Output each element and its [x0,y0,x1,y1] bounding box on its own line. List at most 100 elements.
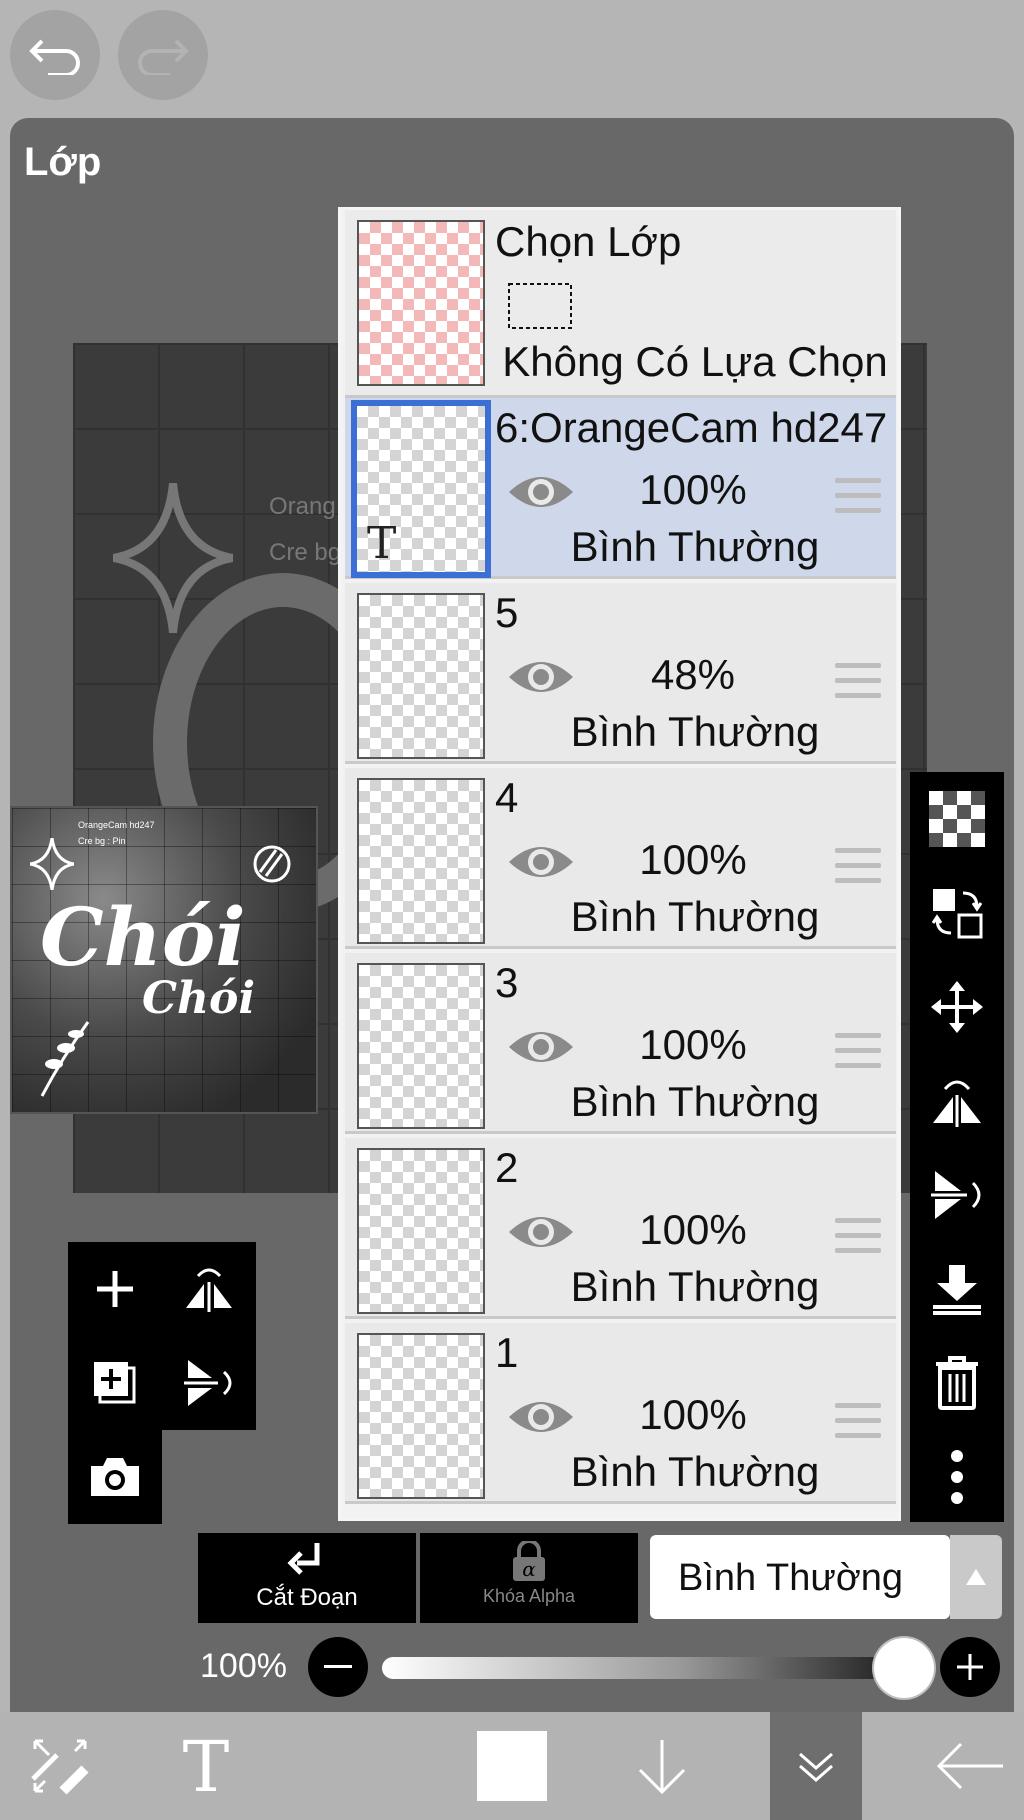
selection-layer-row[interactable]: Chọn Lớp Không Có Lựa Chọn [345,210,896,398]
text-layer-icon: T [367,518,397,569]
layer-thumbnail [357,963,485,1129]
more-options-button[interactable] [910,1430,1004,1524]
more-vertical-icon [951,1450,963,1504]
drag-handle-icon[interactable] [835,478,881,523]
delete-layer-button[interactable] [910,1336,1004,1430]
layer-opacity: 100% [639,1206,747,1253]
layer-down-button[interactable] [616,1712,708,1820]
undo-icon [29,39,80,75]
blend-mode-select[interactable]: Bình Thường [650,1535,950,1619]
bottom-toolbar: T [0,1712,1024,1820]
canvas-text-1: Orang [269,493,336,520]
thumb-credit-2: Cre bg : Pin [78,836,126,846]
layer-list[interactable]: Chọn Lớp Không Có Lựa Chọn 6:OrangeCam h… [338,207,901,1521]
visibility-eye-icon[interactable] [507,1023,575,1071]
visibility-eye-icon[interactable] [507,1208,575,1256]
back-button[interactable] [920,1712,1020,1820]
layer-row[interactable]: 6:OrangeCam hd247 100% Bình Thường T [345,398,896,579]
alpha-lock-label: Khóa Alpha [482,1586,576,1606]
clipping-label: Cắt Đoạn [256,1584,358,1611]
opacity-slider[interactable] [382,1657,922,1679]
redo-icon [138,39,189,75]
drag-handle-icon[interactable] [835,848,881,893]
panel-title: Lớp [24,140,102,184]
duplicate-layer-button[interactable] [68,1336,162,1430]
minus-icon [324,1665,352,1668]
opacity-decrease-button[interactable] [308,1637,368,1697]
visibility-eye-icon[interactable] [507,653,575,701]
flip-v-button[interactable] [910,1148,1004,1242]
flip-horizontal-icon [933,1080,981,1127]
checker-icon [929,791,985,847]
duplicate-icon [94,1362,136,1404]
flip-h-button[interactable] [910,1054,1004,1148]
move-icon [931,981,983,1033]
layer-opacity: 100% [639,836,747,883]
double-chevron-down-icon [799,1752,833,1782]
drag-handle-icon[interactable] [835,1218,881,1263]
transform-tool-button[interactable] [14,1712,106,1820]
layer-thumbnail [357,778,485,944]
swap-layer-button[interactable] [910,866,1004,960]
layer-name: 2 [495,1144,519,1191]
layer-row[interactable]: 4 100% Bình Thường [345,768,896,949]
layer-row[interactable]: 3 100% Bình Thường [345,953,896,1134]
flip-vertical-icon [184,1360,232,1406]
layer-blend-mode: Bình Thường [570,708,820,755]
layer-blend-mode: Bình Thường [570,1448,820,1495]
flip-vertical-button[interactable] [162,1336,256,1430]
selection-title: Chọn Lớp [495,218,682,265]
opacity-increase-button[interactable] [940,1637,1000,1697]
layer-thumbnail [357,1333,485,1499]
marquee-icon [508,283,572,329]
undo-button[interactable] [10,10,100,100]
selection-thumbnail [357,220,485,386]
redo-button[interactable] [118,10,208,100]
clipping-button[interactable]: Cắt Đoạn [198,1533,416,1623]
layers-button[interactable] [770,1712,862,1820]
transform-icon [31,1739,89,1795]
move-button[interactable] [910,960,1004,1054]
canvas-thumbnail[interactable]: OrangeCam hd247 Cre bg : Pin Chói Chói [10,806,318,1114]
opacity-slider-knob[interactable] [874,1638,934,1698]
blend-mode-dropdown-button[interactable] [950,1535,1002,1619]
drag-handle-icon[interactable] [835,1033,881,1078]
thumb-circle-icon [253,845,291,883]
layer-row[interactable]: 2 100% Bình Thường [345,1138,896,1319]
drag-handle-icon[interactable] [835,1403,881,1448]
layer-row[interactable]: 5 48% Bình Thường [345,583,896,764]
transparent-fill-button[interactable] [910,772,1004,866]
thumb-word-1: Chói [40,890,246,984]
layer-blend-mode: Bình Thường [570,523,820,570]
layer-row[interactable]: 1 100% Bình Thường [345,1323,896,1504]
layer-name: 5 [495,589,519,636]
color-swatch [477,1731,547,1801]
thumb-leaf-icon [40,1021,90,1097]
triangle-up-icon [966,1569,986,1585]
alpha-lock-button[interactable]: α Khóa Alpha [420,1533,638,1623]
camera-button[interactable] [68,1430,162,1524]
visibility-eye-icon[interactable] [507,1393,575,1441]
add-layer-button[interactable] [68,1242,162,1336]
visibility-eye-icon[interactable] [507,468,575,516]
layer-opacity: 48% [650,651,736,698]
merge-down-button[interactable] [910,1242,1004,1336]
visibility-eye-icon[interactable] [507,838,575,886]
flip-vertical-icon [931,1171,981,1219]
layer-name: 6:OrangeCam hd247 [495,404,888,451]
layer-name: 4 [495,774,519,821]
flip-horizontal-icon [186,1268,232,1312]
layer-blend-mode: Bình Thường [570,893,820,940]
opacity-label: 100% [200,1647,287,1685]
color-button[interactable] [466,1712,558,1820]
plus-icon [957,1654,983,1680]
text-tool-button[interactable]: T [160,1712,252,1820]
text-icon: T [183,1733,230,1799]
flip-horizontal-button[interactable] [162,1242,256,1336]
svg-text:α: α [522,1557,536,1581]
canvas-text-2: Cre bg [269,539,342,566]
swap-icon [931,889,983,939]
layer-blend-mode: Bình Thường [570,1263,820,1310]
drag-handle-icon[interactable] [835,663,881,708]
thumb-word-2: Chói [142,973,256,1024]
